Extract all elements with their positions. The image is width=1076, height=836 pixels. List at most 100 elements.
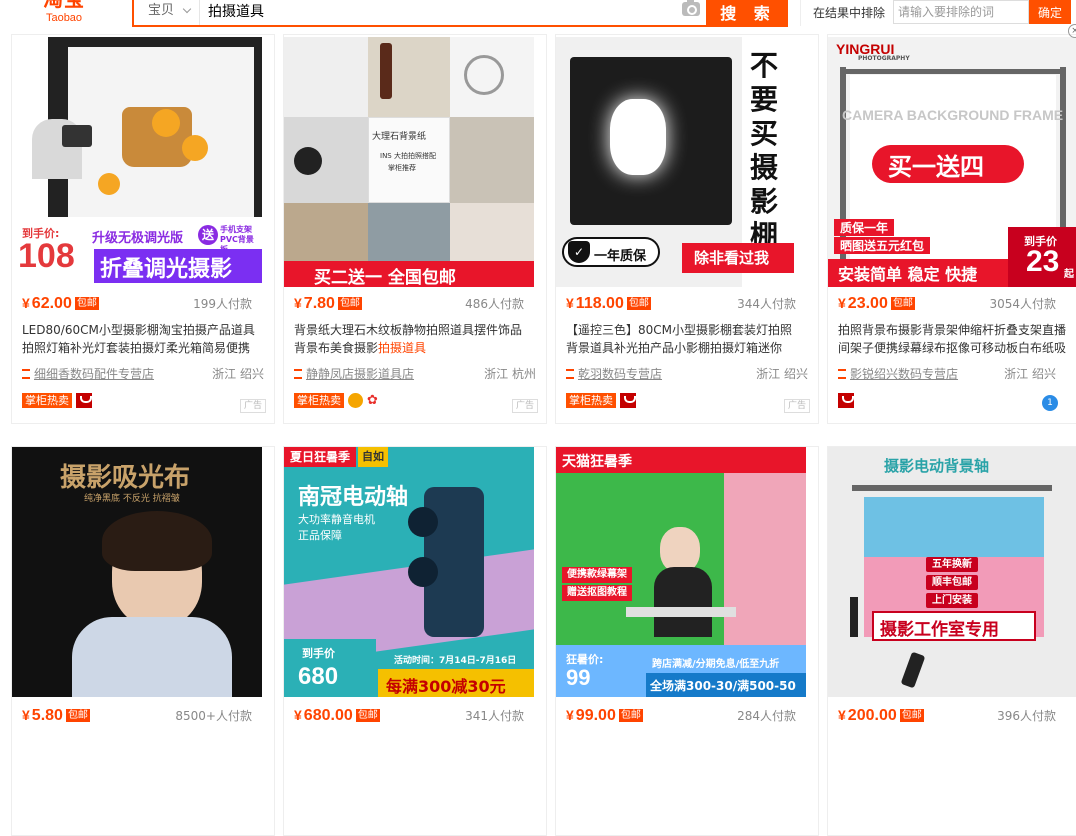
product-title[interactable]: 【遥控三色】80CM小型摄影棚套装灯拍照背景道具补光拍产品小影棚拍摄灯箱迷你 [566, 321, 802, 357]
ad-label: 广告 [783, 399, 810, 413]
promo-b1: 五年换新 [926, 557, 978, 572]
promo-sub1: 大功率静音电机 [298, 513, 375, 526]
promo-sub: 纯净黑底 不反光 抗褶皱 [84, 494, 180, 504]
product-card[interactable]: 天猫狂暑季 便携款绿幕架 赠送抠图教程 狂暑价: 99 跨店满减/分期免息/低至… [555, 446, 819, 836]
price-row: ¥118.00 包邮 344人付款 [566, 293, 804, 313]
card-title: 大理石背景纸 [372, 132, 427, 142]
shop-link[interactable]: 细细香数码配件专营店 [22, 365, 154, 382]
deal-count: 486人付款 [465, 297, 524, 311]
product-card[interactable]: 不要买摄影棚 ✓ 一年质保 除非看过我 ¥118.00 包邮 344人付款 【遥控… [555, 34, 819, 424]
product-image[interactable]: 天猫狂暑季 便携款绿幕架 赠送抠图教程 狂暑价: 99 跨店满减/分期免息/低至… [556, 447, 806, 697]
product-image[interactable]: 摄影电动背景轴 五年换新 顺丰包邮 上门安装 摄影工作室专用 [828, 447, 1076, 697]
product-card[interactable]: 摄影吸光布 纯净黑底 不反光 抗褶皱 ¥5.80 包邮 8500+人付款 [11, 446, 275, 836]
free-shipping-badge: 包邮 [355, 709, 380, 722]
product-image[interactable]: 摄影吸光布 纯净黑底 不反光 抗褶皱 [12, 447, 262, 697]
vertical-slogan: 不要买摄影棚 [750, 49, 779, 252]
gold-seller-icon[interactable] [348, 393, 363, 408]
exclude-label: 在结果中排除 [813, 6, 886, 20]
product-card[interactable]: 夏日狂暑季 自如 南冠电动轴 大功率静音电机 正品保障 到手价 680 活动时间… [283, 446, 547, 836]
tmall-icon[interactable] [838, 393, 854, 408]
exclude-input[interactable] [893, 0, 1029, 24]
product-title[interactable]: 拍照背景布摄影背景架伸缩杆折叠支架直播间架子便携绿幕绿布抠像可移动板白布纸吸 [838, 321, 1074, 357]
free-shipping-badge: 包邮 [899, 709, 924, 722]
ad-label: 广告 [239, 399, 266, 413]
promo-tag: 夏日狂暑季 [284, 447, 357, 467]
quality-icon: ✓ [568, 241, 590, 263]
search-category-select[interactable]: 宝贝 [134, 0, 200, 25]
top-bar: 淘宝 Taobao 宝贝 搜 索 在结果中排除 确定 × [0, 0, 1076, 38]
promo-main: 折叠调光摄影 [100, 257, 233, 282]
product-title[interactable]: 背景纸大理石木纹板静物拍照道具摆件饰品背景布美食摄影拍摄道具 [294, 321, 530, 357]
product-image[interactable]: 到手价: 108 升级无极调光版 送 手机支架 PVC背景板 折叠调光摄影 [12, 37, 262, 287]
card-sub: INS 大拍拍照搭配 [380, 152, 436, 160]
price: ¥5.80 [22, 707, 63, 724]
product-image[interactable]: 不要买摄影棚 ✓ 一年质保 除非看过我 [556, 37, 806, 287]
free-shipping-badge: 包邮 [74, 297, 99, 310]
hot-sale-tag[interactable]: 掌柜热卖 [566, 393, 616, 408]
location: 浙江 杭州 [484, 367, 536, 381]
chat-icon[interactable]: 1 [1042, 395, 1058, 411]
brand-sub: PHOTOGRAPHY [858, 55, 910, 62]
flower-icon[interactable]: ✿ [367, 393, 382, 408]
promo-price: 23 [1026, 245, 1060, 278]
promo-date: 活动时间：7月14日-7月16日 [394, 656, 517, 666]
price-row: ¥200.00 包邮 396人付款 [838, 705, 1076, 725]
taobao-logo[interactable]: 淘宝 Taobao [34, 0, 94, 30]
promo-main: 买二送一 全国包邮 [314, 268, 456, 287]
price-row: ¥23.00 包邮 3054人付款 [838, 293, 1076, 313]
search-input[interactable] [208, 0, 668, 22]
search-button[interactable]: 搜 索 [708, 0, 788, 27]
shop-icon [22, 369, 30, 379]
price: ¥23.00 [838, 295, 888, 312]
shop-icon [566, 369, 574, 379]
promo-r1: 便携款绿幕架 [562, 567, 632, 583]
promo-main: 安装简单 稳定 快捷 [838, 265, 978, 284]
promo-badge: 到手价 [302, 647, 335, 660]
free-shipping-badge: 包邮 [65, 709, 90, 722]
close-icon[interactable]: × [1068, 24, 1076, 38]
product-image[interactable]: 夏日狂暑季 自如 南冠电动轴 大功率静音电机 正品保障 到手价 680 活动时间… [284, 447, 534, 697]
shop-link[interactable]: 乾羽数码专营店 [566, 365, 662, 382]
tmall-icon[interactable] [620, 393, 636, 408]
exclude-panel: 在结果中排除 确定 [800, 0, 1071, 26]
shop-link[interactable]: 静静凤店摄影道具店 [294, 365, 414, 382]
hot-sale-tag[interactable]: 掌柜热卖 [294, 393, 344, 408]
frame-label: CAMERA BACKGROUND FRAME [842, 107, 1064, 123]
deal-count: 341人付款 [465, 709, 524, 723]
product-card[interactable]: YINGRUI PHOTOGRAPHY CAMERA BACKGROUND FR… [827, 34, 1076, 424]
promo-info: 跨店满减/分期免息/低至九折 [652, 659, 780, 670]
search-category-label: 宝贝 [148, 3, 175, 18]
promo-title: 买一送四 [888, 153, 984, 181]
deal-count: 3054人付款 [989, 297, 1056, 311]
promo-r2: 赠送抠图教程 [562, 585, 632, 601]
tags: 掌柜热卖 [566, 393, 636, 409]
promo-upgrade: 升级无极调光版 [92, 231, 184, 246]
price-row: ¥99.00 包邮 284人付款 [566, 705, 804, 725]
logo-text-cn: 淘宝 [34, 0, 94, 12]
free-shipping-badge: 包邮 [337, 297, 362, 310]
free-shipping-badge: 包邮 [890, 297, 915, 310]
promo-title: 南冠电动轴 [298, 485, 409, 510]
logo-text-en: Taobao [45, 12, 83, 24]
price-row: ¥5.80 包邮 8500+人付款 [22, 705, 260, 725]
location: 浙江 绍兴 [1004, 367, 1056, 381]
camera-icon[interactable] [682, 0, 700, 16]
deal-count: 396人付款 [997, 709, 1056, 723]
promo-price: 680 [298, 663, 339, 690]
product-card[interactable]: 大理石背景纸 INS 大拍拍照搭配 掌柜推荐 买二送一 全国包邮 ¥7.80 包邮… [283, 34, 547, 424]
promo-sub2: 正品保障 [298, 529, 342, 542]
exclude-confirm-button[interactable]: 确定 [1029, 0, 1071, 24]
location: 浙江 绍兴 [212, 367, 264, 381]
product-image[interactable]: YINGRUI PHOTOGRAPHY CAMERA BACKGROUND FR… [828, 37, 1076, 287]
product-card[interactable]: 到手价: 108 升级无极调光版 送 手机支架 PVC背景板 折叠调光摄影 ¥6… [11, 34, 275, 424]
q1: 质保一年 [834, 219, 895, 236]
tmall-icon[interactable] [76, 393, 92, 408]
product-card[interactable]: 摄影电动背景轴 五年换新 顺丰包邮 上门安装 摄影工作室专用 ¥200.00 包邮… [827, 446, 1076, 836]
price-row: ¥7.80 包邮 486人付款 [294, 293, 532, 313]
shop-link[interactable]: 影锐绍兴数码专营店 [838, 365, 958, 382]
product-image[interactable]: 大理石背景纸 INS 大拍拍照搭配 掌柜推荐 买二送一 全国包邮 [284, 37, 534, 287]
product-title[interactable]: LED80/60CM小型摄影棚淘宝拍摄产品道具拍照灯箱补光灯套装拍摄灯柔光箱简易… [22, 321, 258, 357]
hot-sale-tag[interactable]: 掌柜热卖 [22, 393, 72, 408]
quality-label: 一年质保 [594, 249, 647, 264]
promo-main: 全场满300-30/满500-50 [650, 679, 796, 693]
